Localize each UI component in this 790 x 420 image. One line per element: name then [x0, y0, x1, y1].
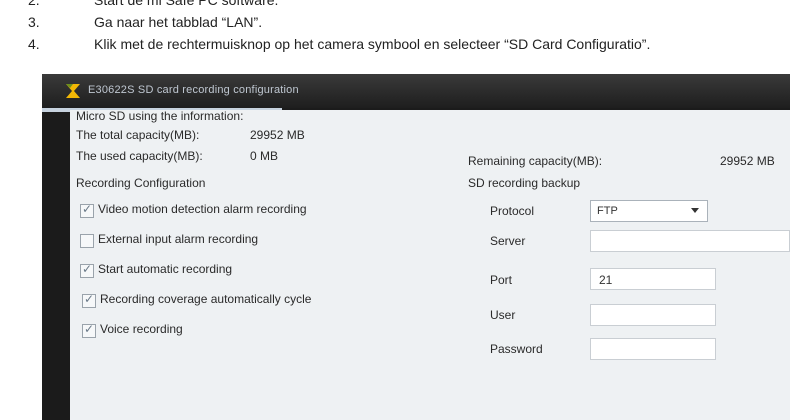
backup-heading: SD recording backup — [468, 176, 581, 190]
instruction-step-2: 2. Start de mi Safe PC software. — [28, 0, 278, 8]
voice-recording-label: Voice recording — [100, 322, 183, 336]
step-number: 2. — [28, 0, 40, 8]
server-label: Server — [490, 234, 526, 248]
step-number: 3. — [28, 14, 40, 30]
password-label: Password — [490, 342, 543, 356]
coverage-cycle-checkbox[interactable] — [82, 292, 96, 308]
step-text: Klik met de rechtermuisknop op het camer… — [94, 36, 651, 52]
server-input[interactable] — [590, 230, 790, 252]
auto-recording-label: Start automatic recording — [98, 262, 233, 276]
user-label: User — [490, 308, 516, 322]
remaining-capacity-value: 29952 MB — [720, 154, 775, 168]
coverage-cycle-label: Recording coverage automatically cycle — [100, 292, 312, 306]
voice-recording-checkbox[interactable] — [82, 322, 96, 338]
protocol-select[interactable]: FTP — [590, 200, 708, 222]
total-capacity-value: 29952 MB — [250, 128, 305, 142]
motion-alarm-checkbox[interactable] — [80, 202, 94, 218]
window-title-bar[interactable]: E30622S SD card recording configuration — [42, 74, 790, 108]
sd-config-window: E30622S SD card recording configuration … — [42, 74, 790, 420]
app-logo-icon — [66, 84, 80, 98]
instruction-step-3: 3. Ga naar het tabblad “LAN”. — [28, 14, 262, 30]
chevron-down-icon — [691, 208, 699, 213]
external-input-checkbox[interactable] — [80, 234, 94, 248]
port-input[interactable]: 21 — [590, 268, 716, 290]
user-input[interactable] — [590, 304, 716, 326]
window-title: E30622S SD card recording configuration — [88, 84, 299, 96]
recording-config-heading: Recording Configuration — [76, 176, 206, 190]
external-input-label: External input alarm recording — [98, 232, 259, 246]
step-number: 4. — [28, 36, 40, 52]
instruction-list: 2. Start de mi Safe PC software. 3. Ga naa… — [0, 0, 790, 70]
motion-alarm-label: Video motion detection alarm recording — [98, 202, 307, 216]
step-text: Ga naar het tabblad “LAN”. — [94, 14, 263, 30]
password-input[interactable] — [590, 338, 716, 360]
instruction-step-4: 4. Klik met de rechtermuisknop op het cam… — [28, 36, 650, 52]
used-capacity-label: The used capacity(MB): — [76, 149, 203, 163]
port-label: Port — [490, 273, 513, 287]
protocol-value: FTP — [597, 205, 618, 217]
protocol-label: Protocol — [490, 204, 535, 218]
used-capacity-value: 0 MB — [250, 149, 279, 163]
config-panel: Micro SD using the information: The tota… — [70, 109, 790, 420]
remaining-capacity-label: Remaining capacity(MB): — [468, 154, 603, 168]
auto-recording-checkbox[interactable] — [80, 262, 94, 278]
total-capacity-label: The total capacity(MB): — [76, 128, 200, 142]
step-text: Start de mi Safe PC software. — [94, 0, 279, 8]
info-heading: Micro SD using the information: — [76, 109, 244, 123]
